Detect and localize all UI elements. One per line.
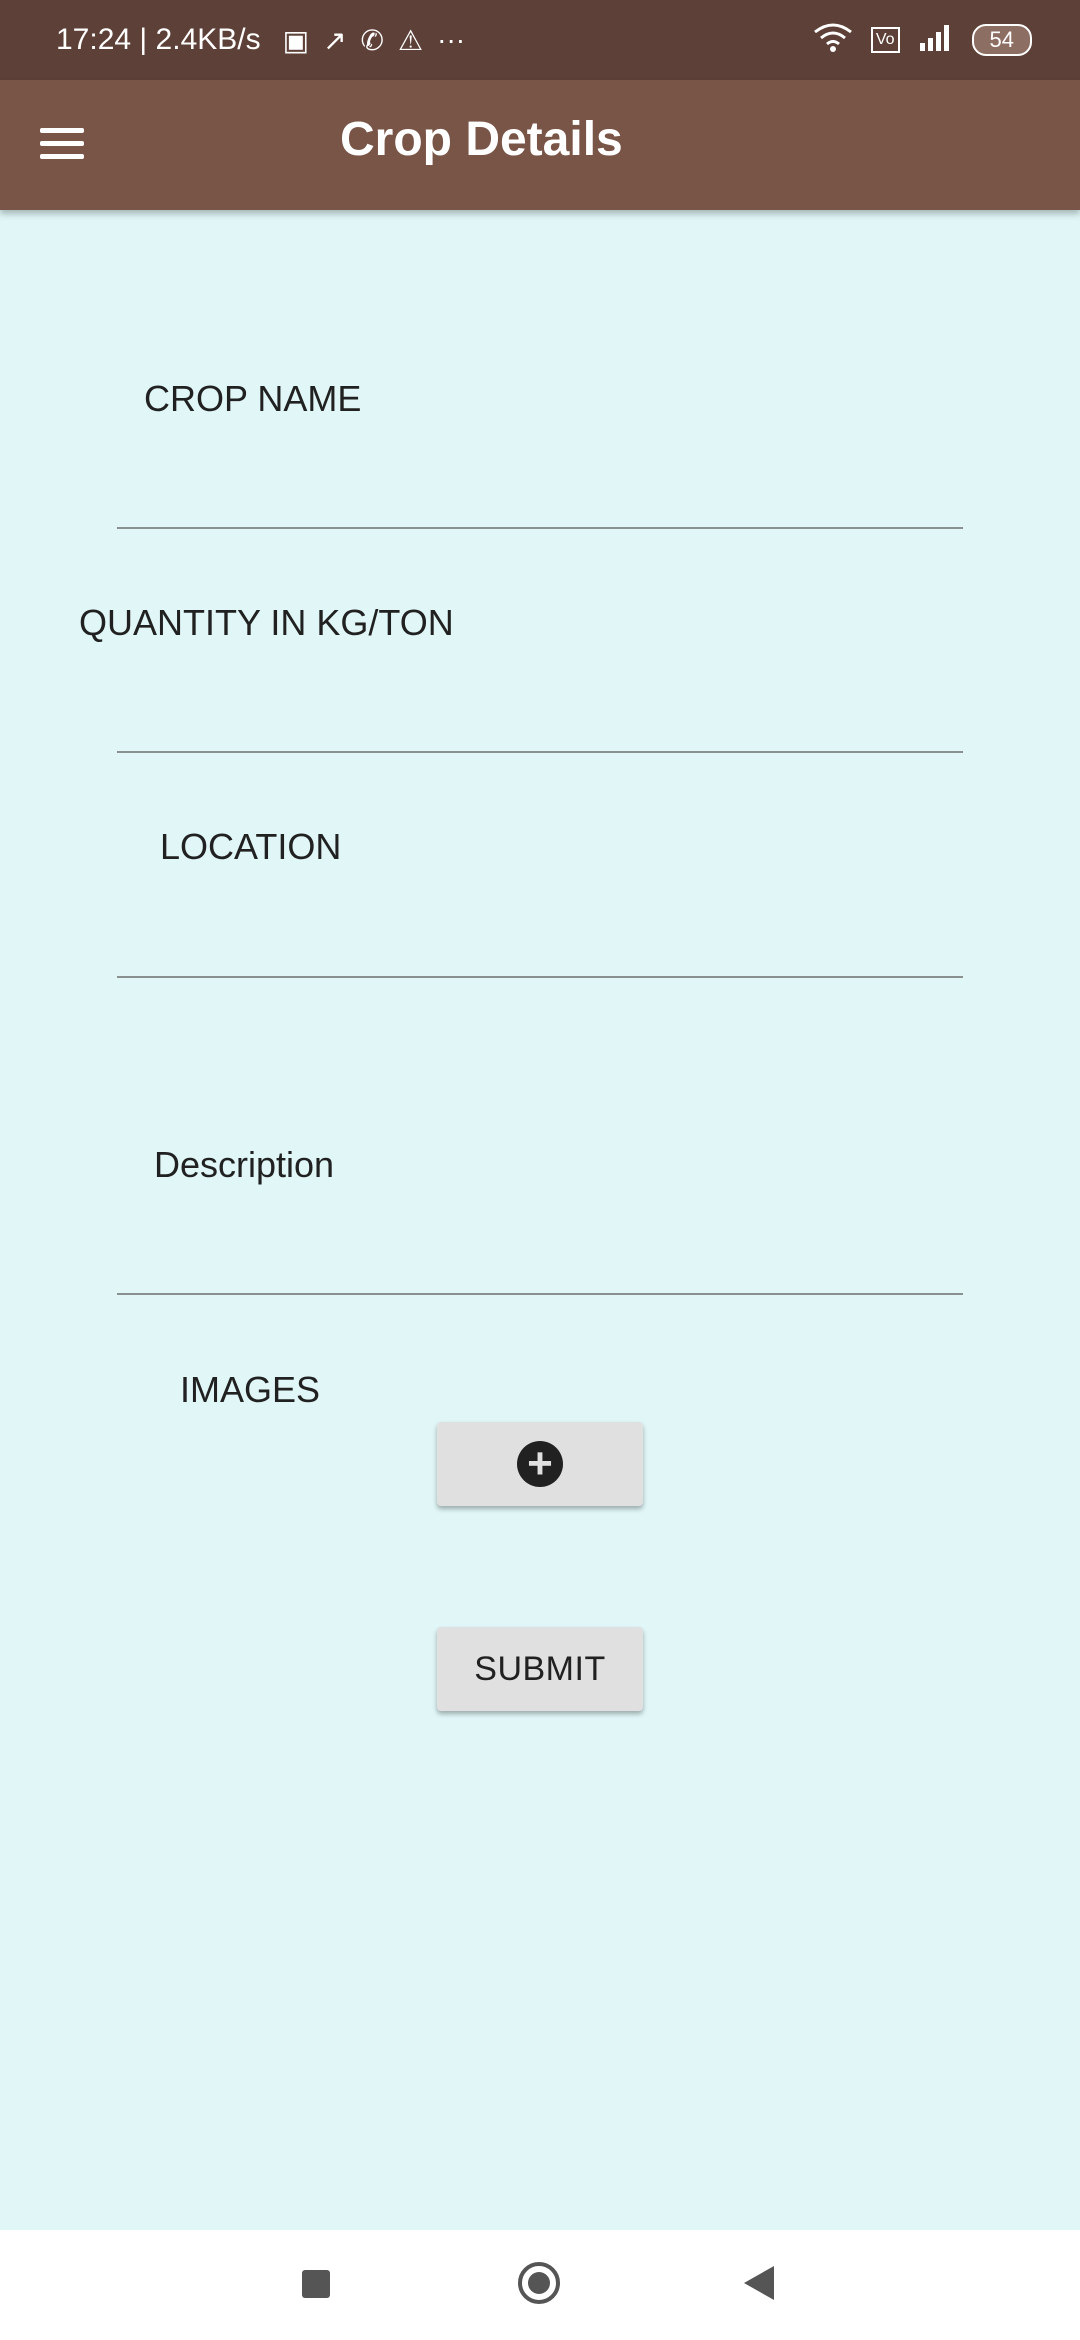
location-underline [117, 976, 963, 978]
crop-name-input[interactable] [117, 462, 967, 524]
add-image-button[interactable]: + [437, 1422, 643, 1506]
page-title: Crop Details [340, 113, 623, 166]
description-input[interactable] [117, 1228, 967, 1290]
signal-icon [918, 23, 954, 58]
back-icon[interactable] [744, 2266, 774, 2300]
video-call-icon: ▣ [282, 24, 310, 56]
quantity-input[interactable] [117, 686, 967, 748]
system-nav-bar [0, 2230, 1080, 2340]
battery-indicator: 54 [971, 24, 1032, 56]
status-separator: | [131, 23, 156, 56]
status-time: 17:24 [56, 23, 132, 56]
submit-label: SUBMIT [474, 1649, 606, 1688]
quantity-label: QUANTITY IN KG/TON [79, 602, 454, 643]
location-label: LOCATION [160, 826, 342, 867]
volte-icon: Vo [870, 27, 900, 53]
crop-name-label: CROP NAME [144, 378, 362, 419]
wifi-icon [813, 22, 853, 59]
hamburger-menu-icon[interactable] [40, 120, 90, 170]
status-left: 17:24 | 2.4KB/s ▣ ↗ ✆ ⚠ ··· [56, 0, 465, 80]
submit-button[interactable]: SUBMIT [437, 1627, 643, 1711]
quantity-underline [117, 751, 963, 753]
plus-circle-icon: + [517, 1441, 563, 1487]
status-speed: 2.4KB/s [155, 23, 261, 56]
recents-icon[interactable] [302, 2270, 330, 2298]
location-input[interactable] [117, 910, 967, 972]
warning-icon: ⚠ [398, 24, 424, 56]
missed-call-icon: ↗ [323, 24, 347, 56]
description-label: Description [154, 1144, 335, 1185]
home-icon[interactable] [518, 2262, 560, 2304]
more-dots-icon: ··· [437, 24, 466, 55]
status-right: Vo 54 [795, 0, 1032, 80]
images-label: IMAGES [180, 1369, 321, 1410]
description-underline [117, 1293, 963, 1295]
app-bar: Crop Details [0, 80, 1080, 210]
status-bar: 17:24 | 2.4KB/s ▣ ↗ ✆ ⚠ ··· Vo 54 [0, 0, 1080, 80]
phone-icon: ✆ [360, 24, 385, 56]
crop-name-underline [117, 527, 963, 529]
status-left-icons: ▣ ↗ ✆ ⚠ ··· [269, 24, 466, 57]
